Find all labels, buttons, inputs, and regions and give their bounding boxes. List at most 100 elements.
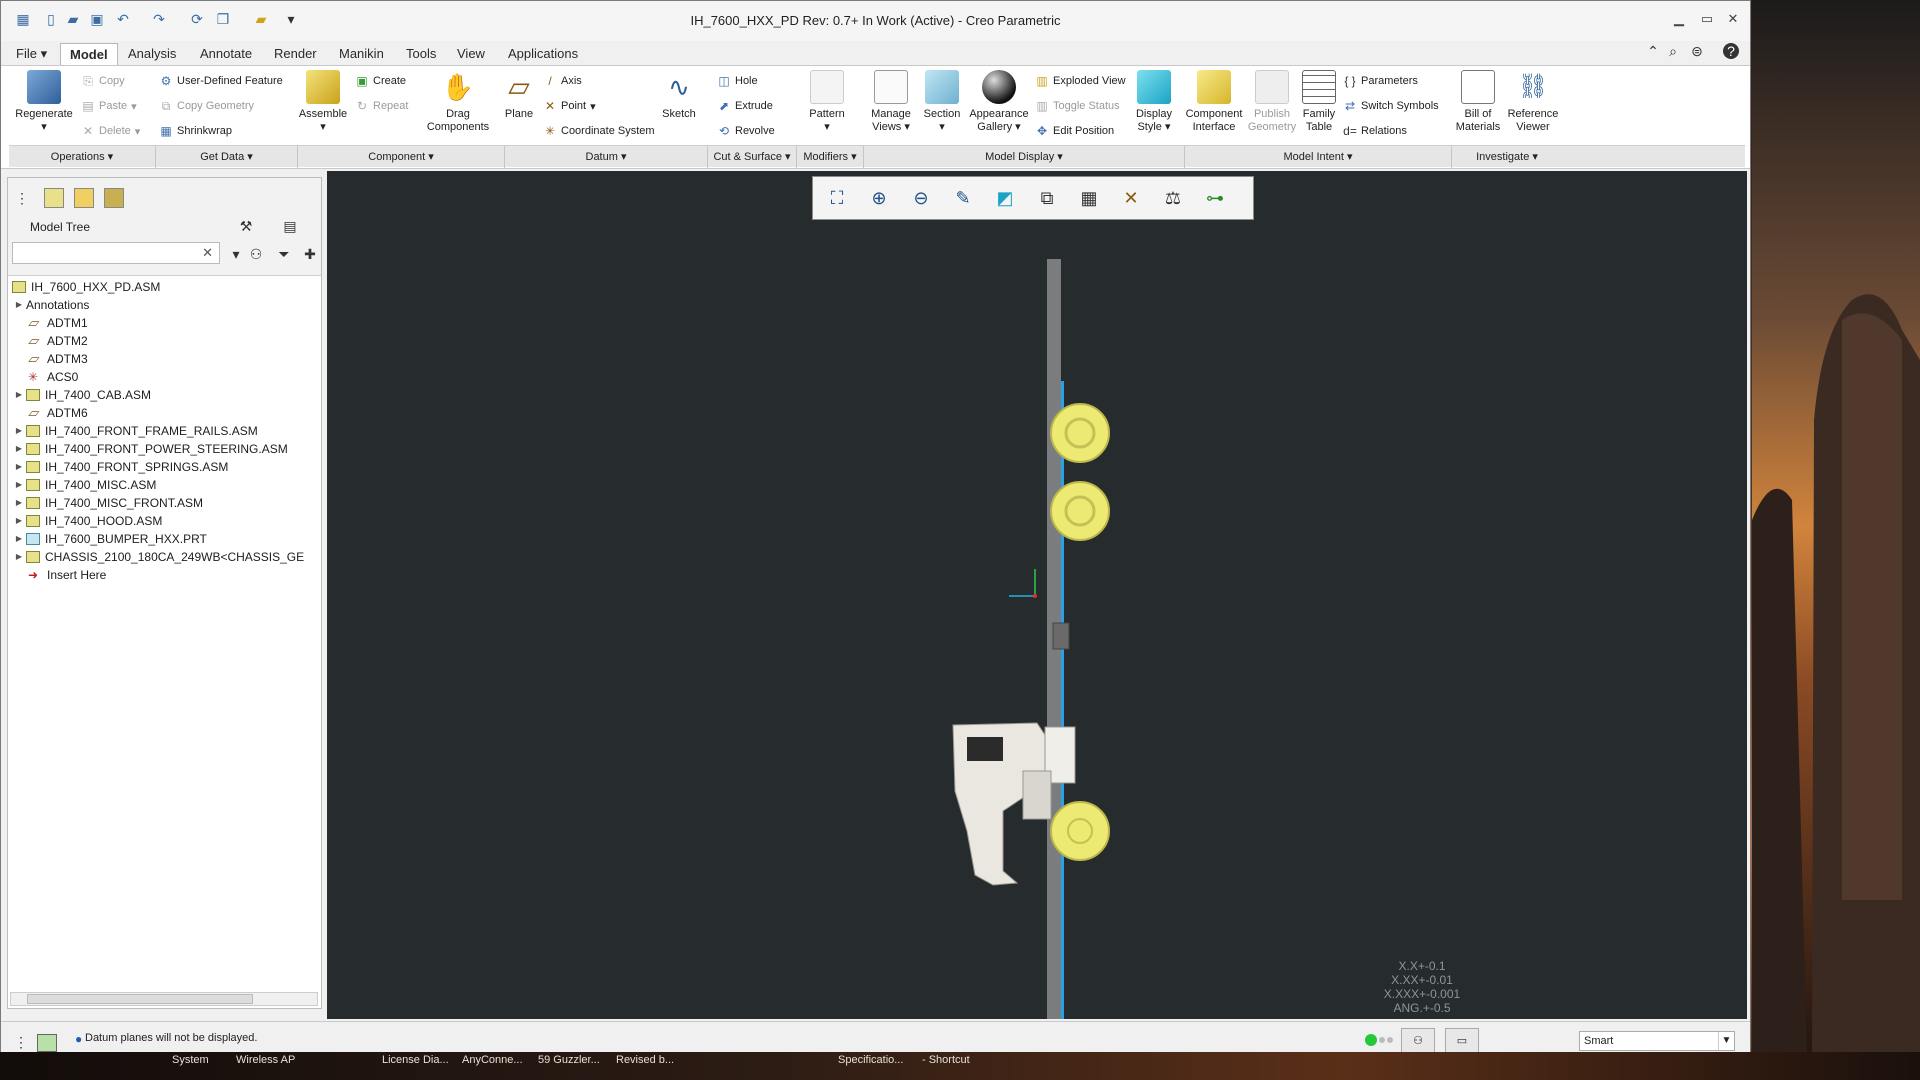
group-cut-and-surface[interactable]: Cut & Surface ▾ — [708, 150, 796, 163]
selection-filter-dropdown[interactable]: Smart ▼ — [1579, 1031, 1735, 1051]
group-modifiers[interactable]: Modifiers ▾ — [797, 150, 863, 163]
extrude-button[interactable]: ⬈ Extrude — [717, 99, 773, 113]
reference-viewer-button[interactable]: ⛓ Reference Viewer — [1505, 70, 1561, 134]
tree-item-hood[interactable]: ▶ IH_7400_HOOD.ASM — [12, 512, 162, 530]
chevron-down-icon[interactable]: ▼ — [1718, 1032, 1734, 1050]
group-get-data[interactable]: Get Data ▾ — [156, 150, 297, 163]
folder-browser-icon[interactable] — [44, 188, 64, 208]
exploded-view-button[interactable]: ▥ Exploded View — [1035, 74, 1125, 88]
tab-file[interactable]: File ▾ — [7, 43, 56, 65]
tree-item-front-springs[interactable]: ▶ IH_7400_FRONT_SPRINGS.ASM — [12, 458, 228, 476]
edit-position-button[interactable]: ✥ Edit Position — [1035, 124, 1114, 138]
filter-icon[interactable]: ⏷ — [276, 246, 292, 262]
axis-button[interactable]: / Axis — [543, 74, 581, 88]
taskbar-item-guzzler[interactable]: 59 Guzzler... — [538, 1054, 600, 1066]
tree-item-front-frame-rails[interactable]: ▶ IH_7400_FRONT_FRAME_RAILS.ASM — [12, 422, 258, 440]
collapse-ribbon-icon[interactable]: ⌃ — [1645, 43, 1661, 59]
toggle-status-button[interactable]: ▥ Toggle Status — [1035, 99, 1119, 113]
add-column-icon[interactable]: ✚ — [302, 246, 318, 262]
tree-item-bumper[interactable]: ▶ IH_7600_BUMPER_HXX.PRT — [12, 530, 207, 548]
tree-item-adtm1[interactable]: ▱ ADTM1 — [28, 314, 88, 332]
point-button[interactable]: ✕ Point ▾ — [543, 99, 596, 113]
taskbar-item-anyconnect[interactable]: AnyConne... — [462, 1054, 523, 1066]
group-datum[interactable]: Datum ▾ — [505, 150, 707, 163]
group-model-display[interactable]: Model Display ▾ — [864, 150, 1184, 163]
show-navigator-icon[interactable]: ⋮ — [13, 1034, 29, 1050]
manage-views-button[interactable]: Manage Views ▾ — [863, 70, 919, 134]
switch-symbols-button[interactable]: ⇄ Switch Symbols — [1343, 99, 1439, 113]
revolve-button[interactable]: ⟲ Revolve — [717, 124, 775, 138]
search-dropdown-icon[interactable]: ▾ — [228, 246, 244, 262]
tree-item-adtm3[interactable]: ▱ ADTM3 — [28, 350, 88, 368]
tree-item-insert-here[interactable]: ➜ Insert Here — [28, 566, 106, 584]
tree-item-cab-asm[interactable]: ▶ IH_7400_CAB.ASM — [12, 386, 151, 404]
create-button[interactable]: ▣ Create — [355, 74, 406, 88]
section-button[interactable]: Section ▾ — [921, 70, 963, 134]
relations-button[interactable]: d= Relations — [1343, 124, 1407, 138]
maximize-button[interactable]: ▭ — [1693, 9, 1721, 29]
sketch-button[interactable]: ∿ Sketch — [657, 70, 701, 121]
hole-button[interactable]: ◫ Hole — [717, 74, 757, 88]
regen-status-icon[interactable] — [1365, 1034, 1377, 1046]
tree-settings-icon[interactable]: ⚒ — [238, 218, 254, 234]
scrollbar-thumb[interactable] — [27, 994, 253, 1004]
taskbar-item-specification[interactable]: Specificatio... — [838, 1054, 903, 1066]
copy-button[interactable]: ⎘ Copy — [81, 74, 125, 88]
appearance-gallery-button[interactable]: Appearance Gallery ▾ — [965, 70, 1033, 134]
parameters-button[interactable]: { } Parameters — [1343, 74, 1418, 88]
tree-item-annotations[interactable]: ▶ Annotations — [12, 296, 89, 314]
search-icon[interactable]: ⌕ — [1665, 43, 1681, 59]
tab-applications[interactable]: Applications — [499, 43, 587, 65]
tree-item-misc[interactable]: ▶ IH_7400_MISC.ASM — [12, 476, 156, 494]
taskbar-item-shortcut[interactable]: - Shortcut — [922, 1054, 970, 1066]
tree-item-misc-front[interactable]: ▶ IH_7400_MISC_FRONT.ASM — [12, 494, 203, 512]
tree-search-input[interactable]: ✕ — [12, 242, 220, 264]
family-table-button[interactable]: Family Table — [1299, 70, 1339, 134]
tab-manikin[interactable]: Manikin — [330, 43, 393, 65]
regenerate-button[interactable]: Regenerate ▾ — [11, 70, 77, 134]
tab-view[interactable]: View — [448, 43, 494, 65]
group-component[interactable]: Component ▾ — [298, 150, 504, 163]
assemble-button[interactable]: Assemble ▾ — [293, 70, 353, 134]
taskbar-item-wireless[interactable]: Wireless AP — [236, 1054, 295, 1066]
clear-search-icon[interactable]: ✕ — [202, 245, 213, 261]
pattern-button[interactable]: Pattern ▾ — [801, 70, 853, 134]
tree-item-chassis[interactable]: ▶ CHASSIS_2100_180CA_249WB<CHASSIS_GE — [12, 548, 320, 566]
group-model-intent[interactable]: Model Intent ▾ — [1185, 150, 1451, 163]
repeat-button[interactable]: ↻ Repeat — [355, 99, 409, 113]
plane-button[interactable]: ▱ Plane — [499, 70, 539, 121]
publish-geometry-button[interactable]: Publish Geometry — [1247, 70, 1297, 134]
close-button[interactable]: ✕ — [1719, 9, 1747, 29]
taskbar-item-license[interactable]: License Dia... — [382, 1054, 449, 1066]
community-icon[interactable]: ⊜ — [1689, 43, 1705, 59]
find-binoculars-icon[interactable]: ⚇ — [248, 246, 264, 262]
tree-item-front-power-steering[interactable]: ▶ IH_7400_FRONT_POWER_STEERING.ASM — [12, 440, 288, 458]
group-investigate[interactable]: Investigate ▾ — [1452, 150, 1562, 163]
tree-item-adtm2[interactable]: ▱ ADTM2 — [28, 332, 88, 350]
show-menu-icon[interactable]: ▤ — [282, 218, 298, 234]
model-tree-tab-icon[interactable]: ⋮ — [14, 190, 30, 206]
display-style-button[interactable]: Display Style ▾ — [1131, 70, 1177, 134]
find-icon[interactable]: ⚇ — [1401, 1028, 1435, 1054]
minimize-button[interactable]: ▁ — [1665, 9, 1693, 29]
component-interface-button[interactable]: Component Interface — [1183, 70, 1245, 134]
shrinkwrap-button[interactable]: ▦ Shrinkwrap — [159, 124, 232, 138]
layers-icon[interactable] — [104, 188, 124, 208]
tree-item-acs0[interactable]: ✳ ACS0 — [28, 368, 78, 386]
bill-of-materials-button[interactable]: Bill of Materials — [1451, 70, 1505, 134]
tree-item-root-assembly[interactable]: IH_7600_HXX_PD.ASM — [12, 278, 160, 296]
group-operations[interactable]: Operations ▾ — [9, 150, 155, 163]
favorites-icon[interactable] — [74, 188, 94, 208]
show-browser-icon[interactable] — [37, 1034, 57, 1052]
tab-render[interactable]: Render — [265, 43, 326, 65]
tab-annotate[interactable]: Annotate — [191, 43, 261, 65]
taskbar-item-system[interactable]: System — [172, 1054, 209, 1066]
coordinate-system-button[interactable]: ✳ Coordinate System — [543, 124, 655, 138]
tab-tools[interactable]: Tools — [397, 43, 445, 65]
tree-item-adtm6[interactable]: ▱ ADTM6 — [28, 404, 88, 422]
user-defined-feature-button[interactable]: ⚙ User-Defined Feature — [159, 74, 283, 88]
copy-geometry-button[interactable]: ⧉ Copy Geometry — [159, 99, 254, 113]
graphics-window[interactable]: ⛶ ⊕ ⊖ ✎ ◩ ⧉ ▦ ✕ ⚖ ⊶ X.X+-0.1 X.XX+-0.01 … — [327, 171, 1747, 1019]
paste-button[interactable]: ▤ Paste ▾ — [81, 99, 136, 113]
taskbar-item-revised[interactable]: Revised b... — [616, 1054, 674, 1066]
